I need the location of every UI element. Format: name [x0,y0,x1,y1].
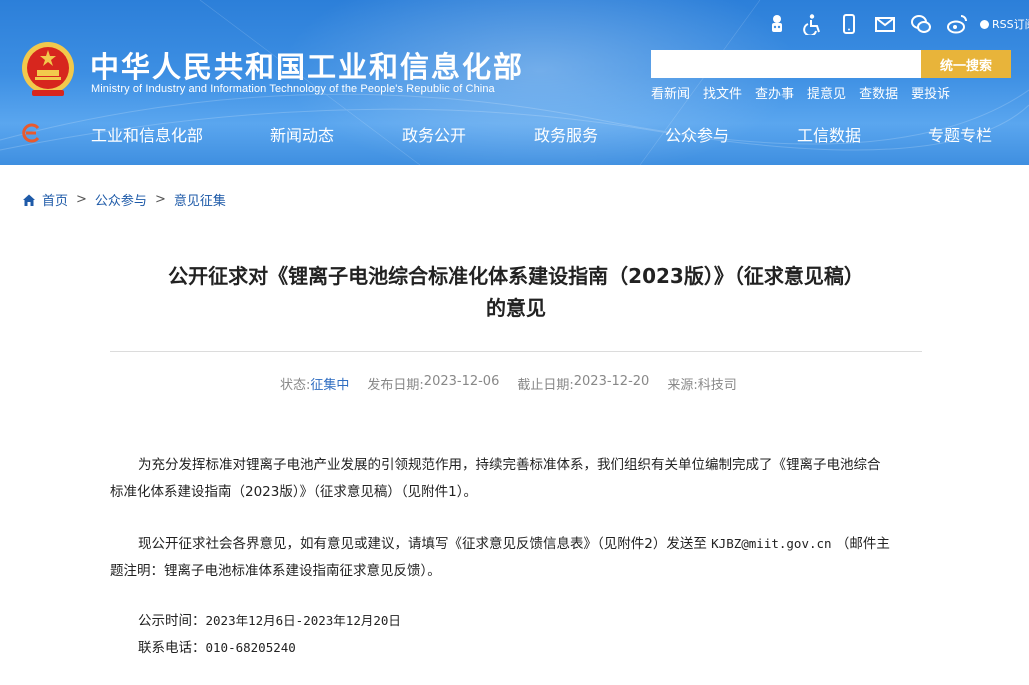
breadcrumb-solicitation[interactable]: 意见征集 [174,190,226,209]
status-label: 状态: [280,378,311,393]
breadcrumb-public-participation[interactable]: 公众参与 [95,190,147,209]
publicity-time-value: 2023年12月6日-2023年12月20日 [205,613,401,628]
email-address: KJBZ@miit.gov.cn [711,536,832,551]
quick-link-services[interactable]: 查办事 [755,83,794,102]
rss-link[interactable]: RSS订阅 [980,16,1029,32]
site-subtitle: Ministry of Industry and Information Tec… [91,83,495,95]
publicity-time: 公示时间：2023年12月6日-2023年12月20日 [138,609,401,629]
publicity-time-label: 公示时间： [138,613,206,629]
article-meta: 状态: 征集中 发布日期: 2023-12-06 截止日期: 2023-12-2… [280,374,755,393]
paragraph-1-line-2: 标准化体系建设指南（2023版）》（征求意见稿）（见附件1）。 [110,484,477,500]
deadline-value: 2023-12-20 [573,374,650,389]
search-button[interactable]: 统一搜索 [921,50,1011,78]
paragraph-2-line-2: 题注明：锂离子电池标准体系建设指南征求意见反馈）。 [110,563,441,579]
article-paragraph-1: 为充分发挥标准对锂离子电池产业发展的引领规范作用，持续完善标准体系，我们组织有关… [110,452,922,506]
site-header: 中华人民共和国工业和信息化部 Ministry of Industry and … [0,0,1029,165]
contact-phone-label: 联系电话： [138,640,206,656]
main-nav: 工业和信息化部 新闻动态 政务公开 政务服务 公众参与 工信数据 专题专栏 [0,110,1029,156]
search-input[interactable] [651,50,921,78]
robot-icon[interactable] [764,11,790,37]
accessibility-icon[interactable] [800,11,826,37]
nav-item-gov-services[interactable]: 政务服务 [534,122,598,146]
quick-link-files[interactable]: 找文件 [703,83,742,102]
breadcrumb-separator: > [76,192,87,207]
article-title-line2: 的意见 [486,296,546,320]
contact-phone-value: 010-68205240 [205,640,296,655]
site-title: 中华人民共和国工业和信息化部 [90,50,525,84]
mobile-icon[interactable] [836,11,862,37]
nav-item-data[interactable]: 工信数据 [797,122,861,146]
quick-link-complaint[interactable]: 要投诉 [911,83,950,102]
nav-item-topics[interactable]: 专题专栏 [928,122,992,146]
national-emblem-icon [22,42,74,96]
header-tools: RSS订阅 [764,10,1029,38]
article-title-line1: 公开征求对《锂离子电池综合标准化体系建设指南（2023版）》（征求意见稿） [168,264,864,288]
mail-icon[interactable] [872,11,898,37]
breadcrumb-separator: > [154,192,166,207]
home-icon [23,194,35,206]
deadline-label: 截止日期: [517,378,574,393]
contact-phone: 联系电话：010-68205240 [138,636,296,656]
quick-link-data[interactable]: 查数据 [859,83,898,102]
paragraph-2-text-a: 现公开征求社会各界意见，如有意见或建议，请填写《征求意见反馈信息表》（见附件2）… [138,536,712,552]
nav-item-news[interactable]: 新闻动态 [270,122,334,146]
site-logo-icon[interactable] [20,122,42,144]
publish-date-value: 2023-12-06 [423,374,500,389]
quick-link-suggest[interactable]: 提意见 [807,83,846,102]
nav-item-gov-affairs[interactable]: 政务公开 [402,122,466,146]
paragraph-2-line-1: 现公开征求社会各界意见，如有意见或建议，请填写《征求意见反馈信息表》（见附件2）… [110,530,922,558]
title-divider [110,351,922,352]
weibo-icon[interactable] [944,11,970,37]
article-paragraph-2: 现公开征求社会各界意见，如有意见或建议，请填写《征求意见反馈信息表》（见附件2）… [110,530,922,585]
quick-link-news[interactable]: 看新闻 [651,83,690,102]
breadcrumb-home[interactable]: 首页 [42,190,68,209]
source-label: 来源: [667,378,698,393]
rss-label: RSS订阅 [992,18,1029,31]
nav-item-public-participation[interactable]: 公众参与 [665,122,729,146]
status-value: 征集中 [310,378,350,393]
publish-date-label: 发布日期: [367,378,424,393]
wechat-icon[interactable] [908,11,934,37]
nav-item-miit[interactable]: 工业和信息化部 [91,122,203,146]
source-value: 科技司 [697,378,737,393]
breadcrumb: 首页 > 公众参与 > 意见征集 [22,190,226,209]
paragraph-1-line-1: 为充分发挥标准对锂离子电池产业发展的引领规范作用，持续完善标准体系，我们组织有关… [138,457,881,473]
paragraph-2-text-b: （邮件主 [831,536,890,552]
rss-icon [980,19,989,29]
quick-links: 看新闻 找文件 查办事 提意见 查数据 要投诉 [651,83,963,102]
search-bar: 统一搜索 [651,50,1011,78]
